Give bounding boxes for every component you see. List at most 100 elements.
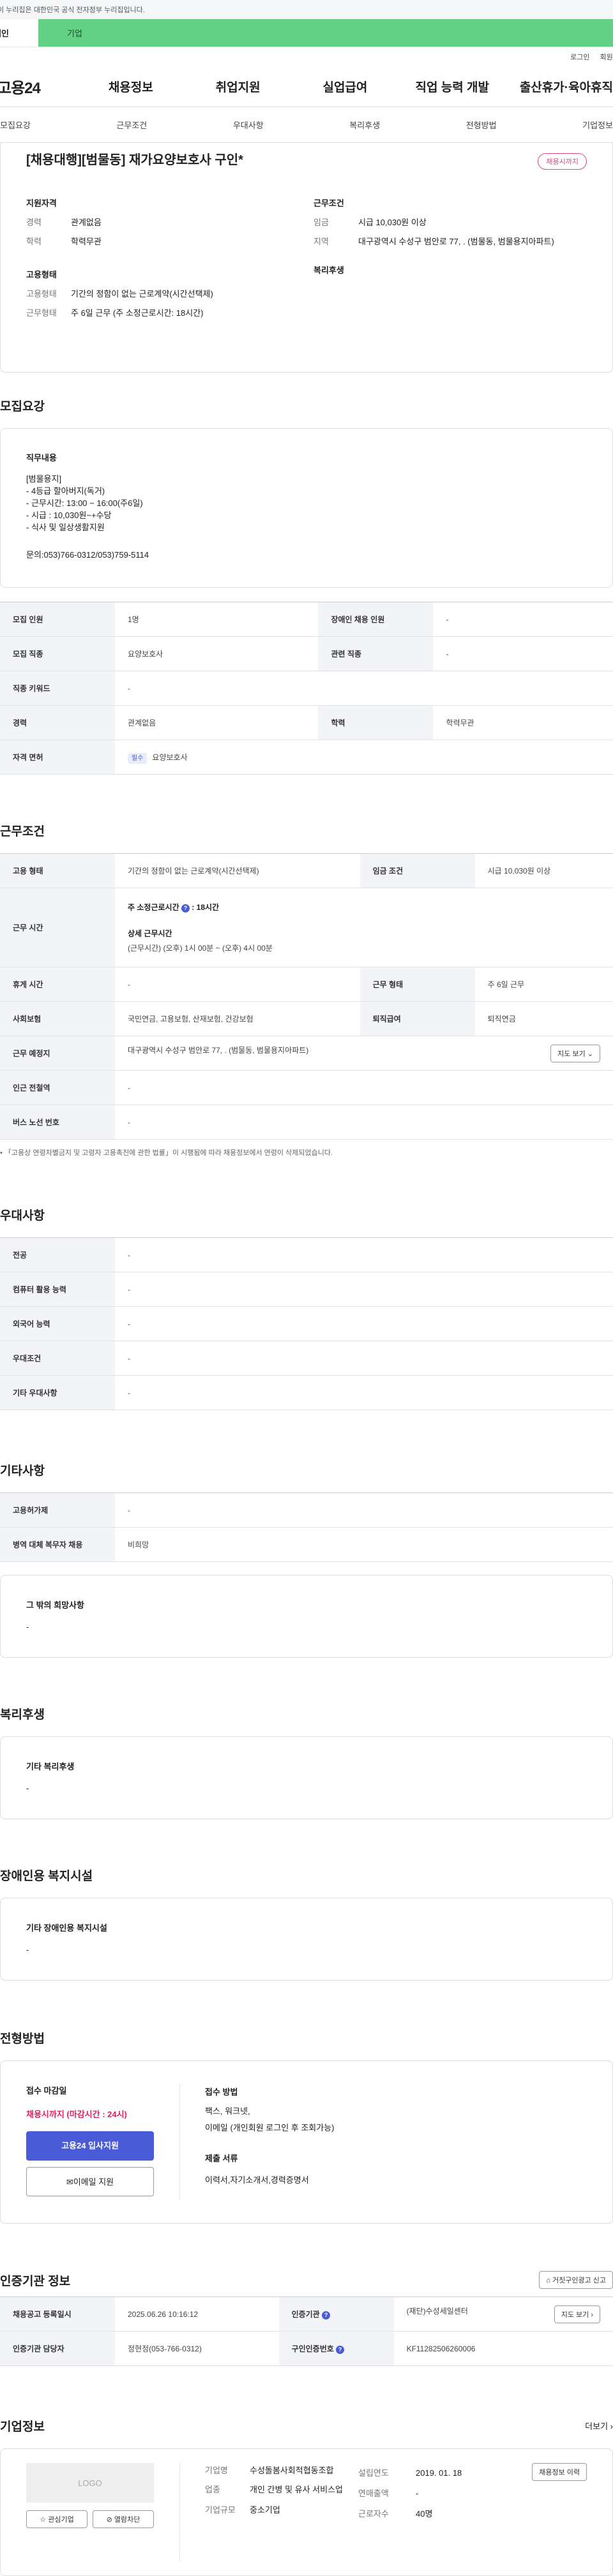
tab-process[interactable]: 전형방법 xyxy=(466,119,497,131)
signup-link[interactable]: 회원가입 xyxy=(600,52,613,62)
career-value: 관계없음 xyxy=(71,218,102,227)
email-apply-button[interactable]: ✉이메일 지원 xyxy=(26,2167,154,2196)
menu-jobs[interactable]: 채용정보 xyxy=(77,78,185,95)
tab-company-info[interactable]: 기업정보 xyxy=(582,119,613,131)
cell-value: 필수 요양보호사 xyxy=(115,740,613,775)
cell-value: - xyxy=(115,1375,613,1410)
mail-icon: ✉ xyxy=(66,2177,73,2187)
cell-label: 고용 형태 xyxy=(0,853,115,888)
week-hours-label: 주 소정근로시간 xyxy=(128,903,179,912)
table-row: 고용 형태 기간의 정함이 없는 근로계약(시간선택제) 임금 조건 시급 10,03… xyxy=(0,853,613,888)
menu-unemployment-benefit[interactable]: 실업급여 xyxy=(292,78,399,95)
login-link[interactable]: 로그인 xyxy=(570,52,589,62)
fav-company-button[interactable]: ☆ 관심기업 xyxy=(26,2510,87,2528)
facility-box-value: - xyxy=(26,1945,29,1954)
region-value: 대구광역시 수성구 범안로 77, . (범물동, 범물용지아파트) xyxy=(358,237,554,246)
utility-menu: 로그인 회원가입 xyxy=(0,47,613,66)
emp-value: 기간의 정함이 없는 근로계약(시간선택제) xyxy=(71,289,213,299)
recruit-table: 모집 인원 1명 장애인 채용 인원 - 모집 직종 요양보호사 관련 직종 - 직종 키워… xyxy=(0,602,613,775)
table-row: 모집 인원 1명 장애인 채용 인원 - xyxy=(0,602,613,637)
process-heading: 전형방법 xyxy=(0,2032,45,2046)
table-row: 근무 시간 주 소정근로시간 ? : 18시간 상세 근무시간 (근무시간) (… xyxy=(0,888,613,967)
facility-box: 기타 장애인용 복지시설 - xyxy=(0,1898,613,1981)
cell-value: 국민연금, 고용보험, 산재보험, 건강보험 xyxy=(115,1001,360,1036)
info-icon[interactable]: ? xyxy=(322,2311,331,2319)
region-label: 지역 xyxy=(314,237,329,246)
industry-value: 개인 간병 및 유사 서비스업 xyxy=(250,2485,344,2494)
cell-value: 학력무관 xyxy=(433,705,613,740)
section-tabs: 모집요강 근무조건 우대사항 복리후생 전형방법 기업정보 xyxy=(0,107,613,143)
cell-value: 정현정(053-766-0312) xyxy=(115,2331,279,2366)
job-line: - 시급 : 10,030원~+수당 xyxy=(26,510,112,520)
welfare-title: 복리후생 xyxy=(314,265,344,275)
detail-hours-title: 상세 근무시간 xyxy=(128,929,172,938)
company-history-button[interactable]: 채용정보 이력 xyxy=(532,2463,587,2481)
table-row: 채용공고 등록일시 2025.06.26 10:16:12 인증기관 ? (재단)수성… xyxy=(0,2297,613,2332)
conditions-heading: 근무조건 xyxy=(0,825,45,838)
cell-label: 장애인 채용 인원 xyxy=(318,602,434,637)
tab-conditions[interactable]: 근무조건 xyxy=(116,119,147,131)
block-label: 열람차단 xyxy=(114,2516,140,2524)
method-value: 팩스, 워크넷, xyxy=(205,2106,250,2116)
apply-button[interactable]: 고용24 입사지원 xyxy=(26,2131,154,2161)
emp-label: 고용형태 xyxy=(26,289,57,299)
edu-value: 학력무관 xyxy=(71,237,102,246)
cell-label: 구인인증번호 ? xyxy=(278,2331,394,2366)
job-desc-title: 직무내용 xyxy=(26,453,57,463)
table-row: 인근 전철역 - xyxy=(0,1070,613,1105)
job-line: - 식사 및 일상생활지원 xyxy=(26,523,105,532)
info-icon[interactable]: ? xyxy=(336,2346,345,2354)
welfare-box: 기타 복리후생 - xyxy=(0,1736,613,1819)
cell-label: 채용공고 등록일시 xyxy=(0,2297,115,2332)
table-row: 근무 예정지 대구광역시 수성구 범안로 77, . (범물동, 범물용지아파트)… xyxy=(0,1036,613,1071)
qual-title: 지원자격 xyxy=(26,198,57,208)
company-header: 기업정보 더보기 › xyxy=(0,2417,613,2434)
menu-parental-leave[interactable]: 출산휴가·육아휴직 xyxy=(506,78,613,95)
deadline-value: 채용시까지 (마감시간 : 24시) xyxy=(26,2110,127,2119)
report-button-label: 거짓구인광고 신고 xyxy=(552,2277,606,2284)
cell-label: 휴게 시간 xyxy=(0,967,115,1002)
cell-label: 자격 면허 xyxy=(0,740,115,775)
cell-value: 비희망 xyxy=(115,1527,613,1562)
more-link[interactable]: 더보기 › xyxy=(585,2420,613,2432)
table-row: 전공 - xyxy=(0,1237,613,1272)
facility-heading: 장애인용 복지시설 xyxy=(0,1870,93,1883)
tab-company-label: 기업 xyxy=(67,29,82,38)
company-name-label: 기업명 xyxy=(205,2466,228,2475)
wage-label: 임금 xyxy=(314,218,329,227)
cell-label: 컴퓨터 활용 능력 xyxy=(0,1272,115,1307)
menu-employment-support[interactable]: 취업지원 xyxy=(185,78,292,95)
tab-individual-label: 개인 xyxy=(0,29,9,38)
report-icon: ⌂ xyxy=(546,2277,550,2284)
tab-individual[interactable]: 개인 xyxy=(0,19,38,47)
cell-value: KF11282506260006 xyxy=(393,2331,613,2366)
welfare-box-title: 기타 복리후생 xyxy=(26,1762,75,1771)
cell-value: - xyxy=(433,636,613,671)
info-icon[interactable]: ? xyxy=(181,904,190,912)
cell-value: 퇴직연금 xyxy=(474,1001,613,1036)
table-row: 고용허가제 - xyxy=(0,1493,613,1528)
cell-label: 모집 직종 xyxy=(0,636,115,671)
fav-label: 관심기업 xyxy=(48,2516,74,2524)
table-row: 직종 키워드 - xyxy=(0,671,613,706)
recruit-heading: 모집요강 xyxy=(0,400,45,413)
cell-label: 외국어 능력 xyxy=(0,1306,115,1341)
other-hope-title: 그 밖의 희망사항 xyxy=(26,1600,84,1610)
site-logo[interactable]: 고용24 xyxy=(0,75,41,98)
tab-recruit[interactable]: 모집요강 xyxy=(0,119,31,131)
cell-label: 퇴직급여 xyxy=(359,1001,475,1036)
report-button[interactable]: ⌂ 거짓구인광고 신고 xyxy=(539,2271,613,2289)
block-button[interactable]: ⊘ 열람차단 xyxy=(93,2510,154,2528)
tab-preferences[interactable]: 우대사항 xyxy=(233,119,264,131)
career-label: 경력 xyxy=(26,218,42,227)
industry-label: 업종 xyxy=(205,2485,220,2494)
cert-header: 인증기관 정보 ⌂ 거짓구인광고 신고 xyxy=(0,2271,613,2289)
week-hours-value: 18시간 xyxy=(196,903,220,912)
summary-card: [채용대행][범물동] 재가요양보호사 구인* 채용시까지 지원자격 경력 관계없… xyxy=(0,143,613,373)
table-row: 휴게 시간 - 근무 형태 주 6일 근무 xyxy=(0,967,613,1002)
map-button[interactable]: 지도 보기 ⌄ xyxy=(550,1044,600,1062)
tab-welfare[interactable]: 복리후생 xyxy=(349,119,380,131)
org-map-button[interactable]: 지도 보기 › xyxy=(554,2305,600,2323)
menu-vocational-training[interactable]: 직업 능력 개발 xyxy=(398,78,506,95)
tab-company[interactable]: 기업 xyxy=(38,19,613,47)
